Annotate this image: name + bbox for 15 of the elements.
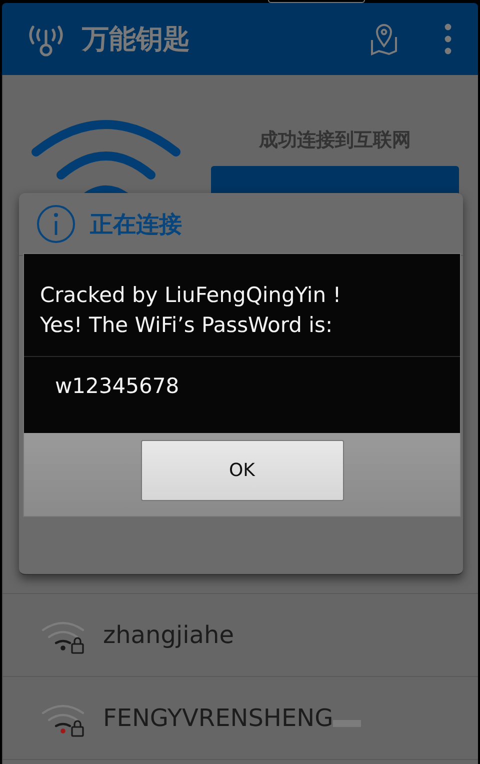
network-name: FENGYVRENSHENG — [103, 704, 334, 732]
wifi-lock-icon — [41, 703, 87, 737]
app-title: 万能钥匙 — [82, 23, 190, 57]
network-name: zhangjiahe — [103, 621, 234, 649]
alert-message: Cracked by LiuFengQingYin ! — [40, 282, 342, 309]
menu-icon[interactable] — [444, 22, 452, 56]
network-item[interactable]: zhangjiahe — [3, 594, 478, 677]
info-icon — [36, 204, 76, 244]
wifi-lock-icon — [41, 620, 87, 654]
dialog-title: 正在连接 — [90, 210, 182, 240]
ok-button[interactable]: OK — [140, 440, 344, 501]
alert-message: Yes! The WiFi’s PassWord is: — [40, 312, 334, 339]
map-pin-icon[interactable] — [370, 22, 398, 56]
network-item[interactable]: FENGYVRENSHENG — [3, 677, 478, 760]
password-text: w12345678 — [55, 374, 180, 398]
